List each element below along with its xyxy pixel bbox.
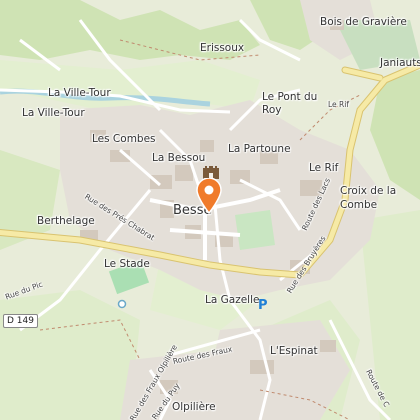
place-label-la-ville-tour-2: La Ville-Tour (22, 107, 85, 119)
place-label-le-pont-du-roy: Le Pont du Roy (262, 91, 318, 116)
location-pin-icon[interactable] (196, 178, 222, 214)
place-label-berthelage: Berthelage (37, 215, 95, 227)
poi-dot-icon[interactable] (117, 299, 127, 309)
place-label-janiauts: Janiauts (380, 57, 420, 69)
place-label-la-bessou: La Bessou (152, 152, 206, 164)
place-label-croix-de-la-combe: Croix de la Combe (340, 185, 397, 211)
place-label-erissoux: Erissoux (200, 42, 245, 54)
place-label-la-ville-tour-1: La Ville-Tour (48, 87, 111, 99)
road-badge-d149: D 149 (3, 314, 38, 328)
place-label-le-rif: Le Rif (309, 162, 339, 174)
place-label-le-rif-small: Le Rif (328, 100, 349, 109)
place-label-la-partoune: La Partoune (228, 143, 291, 155)
place-label-la-gazelle: La Gazelle (205, 294, 260, 306)
place-label-l-espinat: L'Espinat (270, 345, 318, 357)
place-label-olpiliere: Olpilière (172, 401, 216, 413)
map-view[interactable]: Bois de Gravière Janiauts Erissoux La Vi… (0, 0, 420, 420)
place-label-le-stade: Le Stade (104, 258, 150, 270)
place-label-les-combes: Les Combes (92, 133, 156, 145)
place-label-bois-de-graviere: Bois de Gravière (320, 16, 407, 28)
castle-icon[interactable] (202, 165, 220, 179)
parking-icon[interactable]: P (258, 298, 268, 313)
